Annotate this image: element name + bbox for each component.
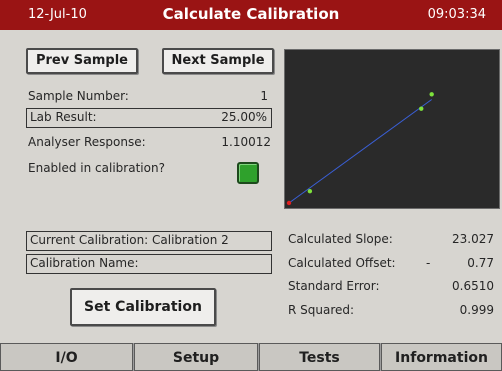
tab-setup[interactable]: Setup	[134, 343, 258, 371]
slope-value: 23.027	[452, 232, 494, 246]
slope-row: Calculated Slope: 23.027	[288, 232, 494, 248]
enabled-toggle[interactable]	[237, 162, 259, 184]
offset-value: 0.77	[467, 256, 494, 270]
r-squared-row: R Squared: 0.999	[288, 303, 494, 319]
time-display: 09:03:34	[427, 7, 486, 22]
sample-number-value: 1	[260, 89, 268, 103]
enabled-in-calibration-row: Enabled in calibration?	[28, 161, 271, 179]
lab-result-field[interactable]: Lab Result: 25.00%	[26, 108, 272, 128]
current-calibration-field[interactable]: Current Calibration: Calibration 2	[26, 231, 272, 251]
title-bar: 12-Jul-10 Calculate Calibration 09:03:34	[0, 0, 502, 30]
next-sample-button[interactable]: Next Sample	[162, 48, 274, 74]
calibration-plot	[284, 49, 500, 209]
r-squared-value: 0.999	[459, 303, 494, 317]
sample-point-1	[307, 189, 313, 194]
sample-number-row: Sample Number: 1	[28, 89, 268, 105]
tab-tests[interactable]: Tests	[259, 343, 380, 371]
sample-point-2	[419, 106, 424, 111]
tab-io[interactable]: I/O	[0, 343, 133, 371]
analyser-response-value: 1.10012	[221, 135, 271, 149]
offset-sign: -	[426, 256, 431, 270]
fit-line	[288, 99, 432, 204]
r-squared-label: R Squared:	[288, 303, 355, 317]
current-calibration-text: Current Calibration: Calibration 2	[30, 233, 229, 247]
calibration-screen: 12-Jul-10 Calculate Calibration 09:03:34…	[0, 0, 502, 371]
current-sample-point	[286, 200, 292, 206]
calibration-name-label: Calibration Name:	[30, 256, 139, 270]
standard-error-row: Standard Error: 0.6510	[288, 279, 494, 295]
lab-result-label: Lab Result:	[30, 110, 97, 124]
offset-row: Calculated Offset: - 0.77	[288, 256, 494, 272]
slope-label: Calculated Slope:	[288, 232, 393, 246]
standard-error-value: 0.6510	[452, 279, 494, 293]
standard-error-label: Standard Error:	[288, 279, 380, 293]
offset-label: Calculated Offset:	[288, 256, 396, 270]
prev-sample-button[interactable]: Prev Sample	[26, 48, 138, 74]
bottom-tab-bar: I/O Setup Tests Information	[0, 343, 502, 371]
sample-number-label: Sample Number:	[28, 89, 129, 103]
calibration-plot-svg	[286, 92, 434, 206]
sample-point-3	[429, 92, 434, 97]
tab-information[interactable]: Information	[381, 343, 502, 371]
lab-result-value: 25.00%	[221, 110, 267, 124]
analyser-response-row: Analyser Response: 1.10012	[28, 135, 271, 151]
set-calibration-button[interactable]: Set Calibration	[70, 288, 216, 326]
calibration-name-field[interactable]: Calibration Name:	[26, 254, 272, 274]
analyser-response-label: Analyser Response:	[28, 135, 146, 149]
enabled-in-calibration-label: Enabled in calibration?	[28, 161, 165, 175]
